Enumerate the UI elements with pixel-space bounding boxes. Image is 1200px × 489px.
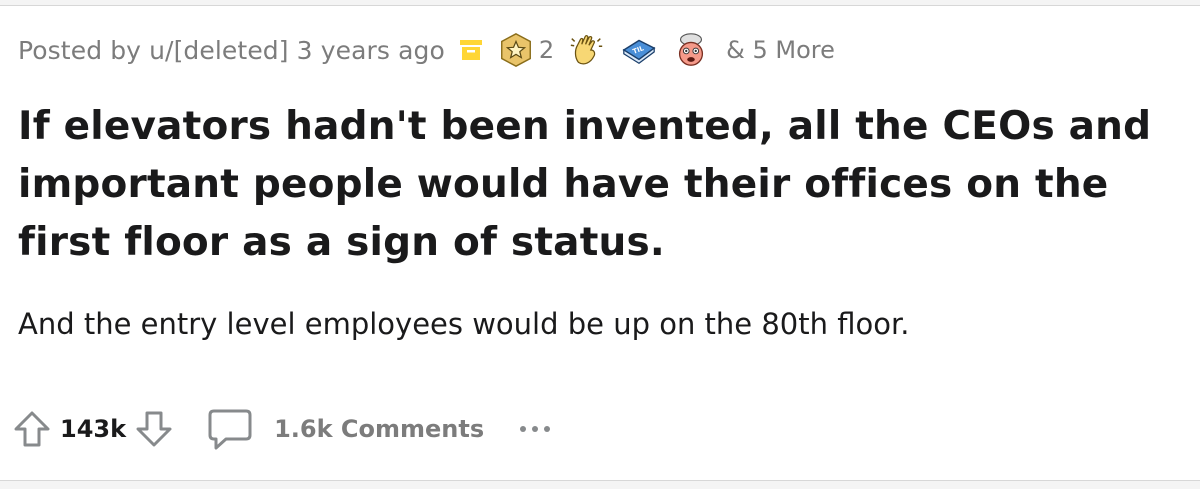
- comments-button[interactable]: 1.6k Comments: [206, 405, 484, 453]
- dot: [520, 426, 527, 432]
- archived-icon: [459, 39, 483, 61]
- award-silver[interactable]: 2: [497, 31, 554, 69]
- post-meta: Posted by u/[deleted] 3 years ago 2 TIL: [18, 28, 835, 72]
- upvote-button[interactable]: [10, 407, 54, 451]
- til-book-award-icon: TIL: [622, 39, 656, 65]
- silver-star-award-icon: [500, 33, 531, 67]
- posted-by-text: Posted by u/[deleted] 3 years ago: [18, 35, 445, 65]
- downvote-arrow-icon: [136, 411, 172, 447]
- comment-bubble-icon: [208, 409, 252, 450]
- more-options-button[interactable]: [520, 414, 556, 444]
- dot: [544, 426, 551, 432]
- vote-score: 143k: [60, 415, 127, 443]
- dot: [532, 426, 539, 432]
- more-awards-link[interactable]: & 5 More: [726, 36, 835, 64]
- award-clapping[interactable]: [568, 31, 606, 69]
- top-divider: [0, 0, 1200, 6]
- mind-blown-award-icon: [679, 33, 704, 66]
- clapping-hands-award-icon: [570, 35, 603, 65]
- post-title[interactable]: If elevators hadn't been invented, all t…: [18, 98, 1178, 272]
- award-til[interactable]: TIL: [620, 31, 658, 69]
- downvote-button[interactable]: [132, 407, 176, 451]
- upvote-arrow-icon: [14, 411, 50, 447]
- post-body: And the entry level employees would be u…: [18, 307, 910, 341]
- comments-count: 1.6k Comments: [274, 415, 485, 443]
- post-actions-bar: 143k 1.6k Comments: [10, 404, 556, 454]
- bottom-divider: [0, 480, 1200, 489]
- award-mind-blown[interactable]: [672, 31, 710, 69]
- award-count: 2: [538, 36, 555, 64]
